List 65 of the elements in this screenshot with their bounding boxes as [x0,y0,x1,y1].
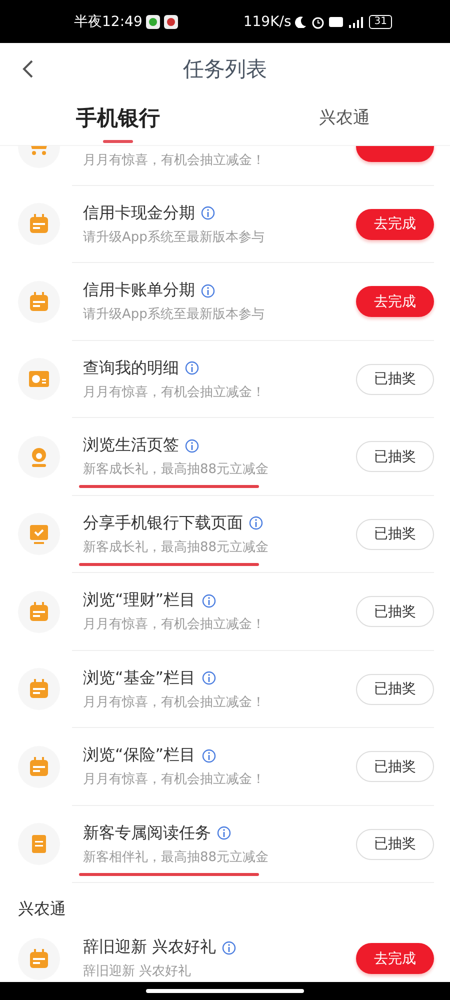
battery-icon: 31 [369,14,392,28]
page-title: 任务列表 [183,56,267,83]
complete-button[interactable]: 去完成 [356,286,434,318]
chart-icon [18,358,60,400]
task-description: 辞旧迎新 兴农好礼 [83,963,192,980]
moon-icon [295,16,308,28]
task-title: 新客专属阅读任务 [83,822,211,844]
calendar-icon [18,938,60,980]
drawn-button[interactable]: 已抽奖 [356,518,434,550]
tab[interactable]: 兴农通 [319,99,370,141]
drawn-button[interactable]: 已抽奖 [356,441,434,472]
task-title: 浏览生活页签 [83,435,179,456]
info-icon [202,594,216,608]
back-icon [22,59,34,79]
drawn-button[interactable]: 已抽奖 [356,364,434,395]
task-title: 分享手机银行下载页面 [83,512,243,534]
app-icon [164,14,178,28]
task-description: 月月有惊喜，有机会抽立减金！ [83,771,266,788]
info-icon [217,826,231,840]
info-icon [201,284,215,298]
calendar-icon [18,280,60,323]
network-speed: 119K/s [243,14,292,30]
monitor-icon [18,513,60,556]
task-description: 月月有惊喜，有机会抽立减金！ [83,694,266,711]
info-icon [202,748,216,763]
section-heading: 兴农通 [17,898,67,920]
task-description: 新客相伴礼，最高抽88元立减金 [83,848,270,866]
task-description: 月月有惊喜，有机会抽立减金！ [83,616,266,634]
task-title: 查询我的明细 [83,358,179,379]
hd-icon [329,16,344,26]
calendar-icon [18,203,60,246]
info-icon [222,940,236,955]
complete-button[interactable]: 去完成 [356,208,434,240]
info-icon [185,438,199,453]
calendar-icon [18,746,60,788]
info-icon [201,206,215,220]
signal-icon [347,16,366,28]
app-icon [146,14,160,28]
task-title: 辞旧迎新 兴农好礼 [83,937,216,958]
drawn-button[interactable]: 已抽奖 [356,828,434,860]
task-description: 请升级App系统至最新版本参与 [83,306,266,324]
task-description: 月月有惊喜，有机会抽立减金！ [83,384,266,401]
drawn-button[interactable]: 已抽奖 [356,751,434,782]
document-icon [18,823,60,866]
drawn-button[interactable]: 已抽奖 [356,596,434,628]
status-time: 半夜12:49 [74,12,142,30]
task-description: 请升级App系统至最新版本参与 [83,228,266,246]
complete-button[interactable]: 去完成 [356,943,434,974]
task-title: 浏览“基金”栏目 [83,668,196,689]
calendar-icon [18,590,60,633]
task-description: 新客成长礼，最高抽88元立减金 [83,461,270,478]
task-description: 月月有惊喜，有机会抽立减金！ [83,152,266,169]
tab[interactable]: 手机银行 [76,96,160,144]
drawn-button[interactable]: 已抽奖 [356,674,434,705]
person-icon [18,436,60,478]
info-icon [185,361,199,376]
task-title: 浏览“理财”栏目 [83,590,196,612]
calendar-icon [18,668,60,710]
task-title: 浏览“保险”栏目 [83,745,196,766]
info-icon [202,671,216,686]
task-title: 信用卡现金分期 [83,202,195,224]
task-title: 信用卡账单分期 [83,280,195,302]
info-icon [249,516,263,530]
alarm-icon [311,14,326,28]
task-description: 新客成长礼，最高抽88元立减金 [83,538,270,556]
